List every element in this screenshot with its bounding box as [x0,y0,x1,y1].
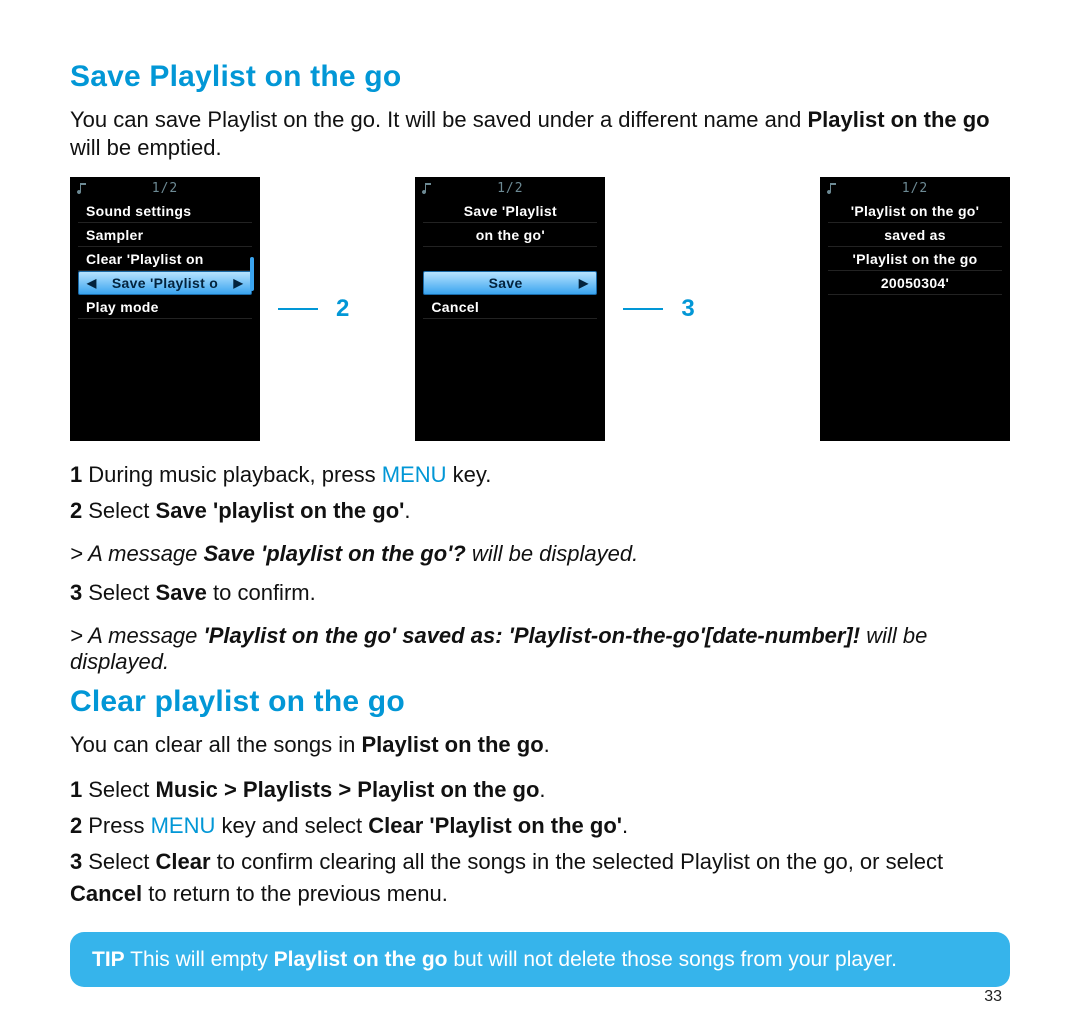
text: Select [88,498,155,523]
callout-line [623,308,663,310]
menu-item-label: Save [489,271,523,295]
intro-save: You can save Playlist on the go. It will… [70,106,1010,161]
menu-item: Clear 'Playlist on [78,247,252,271]
text: This will empty [125,948,274,971]
menu-item-label: Save 'Playlist o [112,271,218,295]
step-item: 2Select Save 'playlist on the go'. [70,495,1010,527]
result-message: > A message Save 'playlist on the go'? w… [70,541,1010,567]
result-message: > A message 'Playlist on the go' saved a… [70,623,1010,675]
text: Select [88,580,155,605]
text: Select [88,777,155,802]
dialog-text-line: 20050304' [828,271,1002,295]
text-bold: Save 'playlist on the go'? [204,541,466,566]
page-number: 33 [984,988,1002,1006]
device-statusbar: 1/2 [820,177,1010,199]
step-item: 1During music playback, press MENU key. [70,459,1010,491]
text-bold: Clear [156,849,211,874]
text-bold: Music > Playlists > Playlist on the go [156,777,540,802]
device-screen-1: 1/2 Sound settings Sampler Clear 'Playli… [70,177,260,441]
callout-number: 2 [336,295,349,323]
scroll-indicator [250,257,254,291]
step-number: 1 [70,777,82,802]
text: to confirm. [207,580,316,605]
device-screens-row: 1/2 Sound settings Sampler Clear 'Playli… [70,177,1010,441]
step-item: 3Select Save to confirm. [70,577,1010,609]
text: > [70,541,88,566]
chevron-left-icon: ◀ [87,271,97,295]
text: Select [88,849,155,874]
page-indicator: 1/2 [435,181,585,196]
chevron-right-icon: ▶ [233,271,243,295]
section-heading-save: Save Playlist on the go [70,60,1010,94]
step-item: 3Select Clear to confirm clearing all th… [70,846,1010,910]
text: You can clear all the songs in [70,732,362,757]
device-screen-2: 1/2 Save 'Playlist on the go' Save ▶ Can… [415,177,605,441]
menu-item-selected: Save ▶ [423,271,597,295]
tip-box: TIP This will empty Playlist on the go b… [70,932,1010,987]
text-bold: Save [156,580,207,605]
text-bold: Playlist on the go [274,948,448,971]
menu-item: Sampler [78,223,252,247]
steps-save-cont: 3Select Save to confirm. [70,577,1010,609]
step-item: 2Press MENU key and select Clear 'Playli… [70,810,1010,842]
menu-item-selected: ◀ Save 'Playlist o ▶ [78,271,252,295]
device-statusbar: 1/2 [415,177,605,199]
steps-clear: 1Select Music > Playlists > Playlist on … [70,774,1010,910]
text-bold: Playlist on the go [362,732,544,757]
step-number: 2 [70,813,82,838]
text: key and select [215,813,368,838]
page-indicator: 1/2 [840,181,990,196]
dialog-title-line: Save 'Playlist [423,199,597,223]
intro-clear: You can clear all the songs in Playlist … [70,731,1010,759]
text: . [544,732,550,757]
text: to return to the previous menu. [142,881,448,906]
dialog-title-line: on the go' [423,223,597,247]
menu-item: Play mode [78,295,252,319]
menu-item: Sound settings [78,199,252,223]
section-heading-clear: Clear playlist on the go [70,685,1010,719]
step-number: 1 [70,462,82,487]
text-bold: Playlist on the go [807,107,989,132]
text: . [404,498,410,523]
menu-item: Cancel [423,295,597,319]
callout-line [278,308,318,310]
chevron-right-icon: ▶ [579,271,589,295]
steps-save: 1During music playback, press MENU key. … [70,459,1010,527]
dialog-text-line: 'Playlist on the go' [828,199,1002,223]
music-note-icon [76,181,90,196]
step-number: 2 [70,498,82,523]
text-bold: 'Playlist on the go' saved as: 'Playlist… [204,623,861,648]
device-screen-3: 1/2 'Playlist on the go' saved as 'Playl… [820,177,1010,441]
text-bold: Cancel [70,881,142,906]
text: key. [446,462,491,487]
page-indicator: 1/2 [90,181,240,196]
menu-key-label: MENU [151,813,216,838]
text: will be displayed. [466,541,638,566]
text: A message [88,541,203,566]
text-bold: Clear 'Playlist on the go' [368,813,622,838]
text: will be emptied. [70,135,222,160]
text: A message [88,623,203,648]
text: to confirm clearing all the songs in the… [211,849,944,874]
text: During music playback, press [88,462,381,487]
text: . [539,777,545,802]
dialog-text-line: saved as [828,223,1002,247]
music-note-icon [421,181,435,196]
text: but will not delete those songs from you… [448,948,897,971]
step-number: 3 [70,580,82,605]
text: > [70,623,88,648]
menu-key-label: MENU [382,462,447,487]
music-note-icon [826,181,840,196]
tip-label: TIP [92,948,125,971]
dialog-text-line: 'Playlist on the go [828,247,1002,271]
step-number: 3 [70,849,82,874]
text-bold: Save 'playlist on the go' [156,498,405,523]
step-item: 1Select Music > Playlists > Playlist on … [70,774,1010,806]
text: You can save Playlist on the go. It will… [70,107,807,132]
device-statusbar: 1/2 [70,177,260,199]
callout-number: 3 [681,295,694,323]
text: Press [88,813,150,838]
text: . [622,813,628,838]
